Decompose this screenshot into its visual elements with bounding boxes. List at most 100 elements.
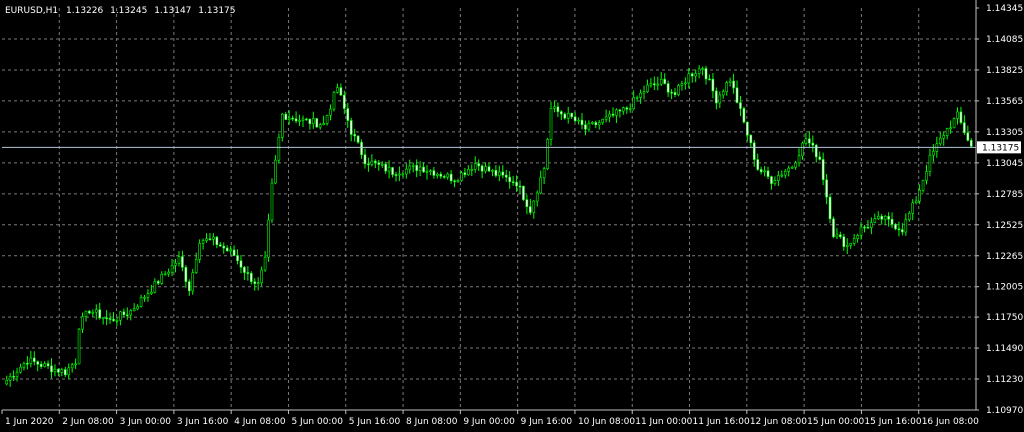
candle-body-bull (318, 124, 322, 128)
candle[interactable] (952, 117, 956, 129)
candle[interactable] (549, 101, 553, 146)
candle-body-bull (725, 82, 728, 92)
candlestick-chart[interactable]: 1.14345 1.14085 1.13825 1.13565 1.13305 1.130… (0, 0, 1024, 432)
candle-body-bull (591, 122, 594, 124)
candle-body-bear (880, 215, 884, 220)
candle-body-bear (219, 244, 222, 247)
candle-body-bull (405, 168, 408, 175)
candle-body-bull (301, 118, 305, 121)
candle[interactable] (77, 327, 81, 365)
candle-body-bear (377, 162, 381, 165)
x-tick-label: 5 Jun 00:00 (291, 417, 343, 427)
candle-body-bull (212, 236, 215, 240)
candle-body-bull (694, 73, 697, 77)
candle-body-bull (198, 243, 201, 260)
x-tick-label: 15 Jun 16:00 (864, 417, 921, 427)
candle-body-bull (656, 83, 660, 86)
candle[interactable] (828, 194, 832, 224)
candle-body-bull (701, 68, 704, 70)
candle-body-bear (353, 134, 356, 137)
candle-body-bull (622, 107, 625, 112)
close-value: 1.13175 (198, 6, 235, 16)
candle-body-bear (818, 156, 822, 160)
candle-body-bull (949, 127, 952, 130)
y-tick-label: 1.12265 (986, 252, 1023, 262)
candle-body-bull (945, 128, 949, 136)
candle-body-bull (801, 142, 804, 157)
candle-body-bear (112, 318, 115, 322)
candle-body-bull (398, 173, 401, 176)
candle[interactable] (832, 216, 835, 239)
candle-body-bull (859, 226, 863, 236)
candle[interactable] (546, 137, 549, 171)
candle[interactable] (677, 83, 680, 97)
candle-body-bull (849, 243, 853, 246)
candle-body-bull (425, 170, 429, 173)
candle-body-bear (225, 247, 229, 252)
y-tick-label: 1.13045 (986, 159, 1023, 169)
candle[interactable] (460, 170, 463, 182)
candle[interactable] (522, 185, 525, 201)
candle-body-bull (539, 177, 542, 194)
candle[interactable] (356, 135, 360, 144)
candle-body-bear (26, 362, 29, 365)
candle-body-bear (653, 83, 656, 86)
chart-window[interactable]: 1.14345 1.14085 1.13825 1.13565 1.13305 1.130… (0, 0, 1024, 432)
candle-body-bull (260, 269, 263, 284)
candle[interactable] (332, 90, 336, 112)
candle-body-bull (787, 167, 791, 172)
candle-body-bear (842, 236, 846, 247)
candle-body-bull (566, 112, 570, 119)
x-tick-label: 2 Jun 08:00 (62, 417, 114, 427)
candle-body-bear (36, 361, 40, 365)
candle-body-bull (794, 162, 797, 168)
candle-body-bear (732, 80, 735, 89)
x-tick-label: 9 Jun 16:00 (521, 417, 573, 427)
candle-body-bear (522, 185, 525, 200)
candle[interactable] (315, 117, 319, 128)
candle-body-bull (914, 200, 918, 204)
candle[interactable] (191, 268, 195, 295)
candle-body-bull (677, 85, 680, 95)
candle[interactable] (277, 133, 281, 164)
candle-body-bear (863, 226, 866, 229)
y-tick-label: 1.11230 (986, 375, 1023, 385)
candle-body-bear (969, 140, 973, 147)
candle-body-bull (153, 281, 157, 293)
candle-body-bear (825, 179, 828, 198)
candle[interactable] (281, 112, 284, 142)
candle-body-bull (456, 180, 460, 183)
candle-body-bear (57, 368, 60, 373)
candle-body-bear (811, 142, 815, 146)
candle-body-bear (963, 122, 966, 133)
candle-body-bear (439, 173, 443, 177)
candle-body-bull (322, 123, 325, 126)
candle[interactable] (742, 106, 746, 124)
candle-body-bear (715, 90, 718, 104)
candle-body-bull (74, 363, 77, 366)
candle-body-bull (484, 166, 487, 172)
candle-body-bear (349, 120, 353, 135)
candle-body-bull (298, 120, 301, 122)
candle-body-bear (63, 369, 67, 376)
candle[interactable] (894, 223, 897, 231)
candle-body-bull (387, 167, 391, 172)
candle-body-bear (432, 170, 436, 176)
y-tick-label: 1.11750 (986, 313, 1023, 323)
candle-body-bull (150, 291, 153, 294)
candle[interactable] (267, 213, 270, 262)
candle-body-bear (560, 111, 563, 115)
x-tick-label: 8 Jun 08:00 (406, 417, 458, 427)
candle-body-bear (759, 169, 763, 173)
candle-body-bear (291, 117, 294, 120)
candle-body-bear (525, 199, 529, 207)
candle-body-bull (267, 219, 270, 258)
y-tick-label: 1.12785 (986, 190, 1023, 200)
candle-body-bull (615, 109, 618, 116)
candle-body-bull (177, 256, 181, 264)
candle[interactable] (270, 178, 274, 224)
candle-body-bull (904, 219, 908, 233)
candle-body-bear (494, 170, 498, 176)
candle-body-bear (556, 106, 560, 112)
symbol-label: EURUSD,H1 (5, 6, 58, 16)
